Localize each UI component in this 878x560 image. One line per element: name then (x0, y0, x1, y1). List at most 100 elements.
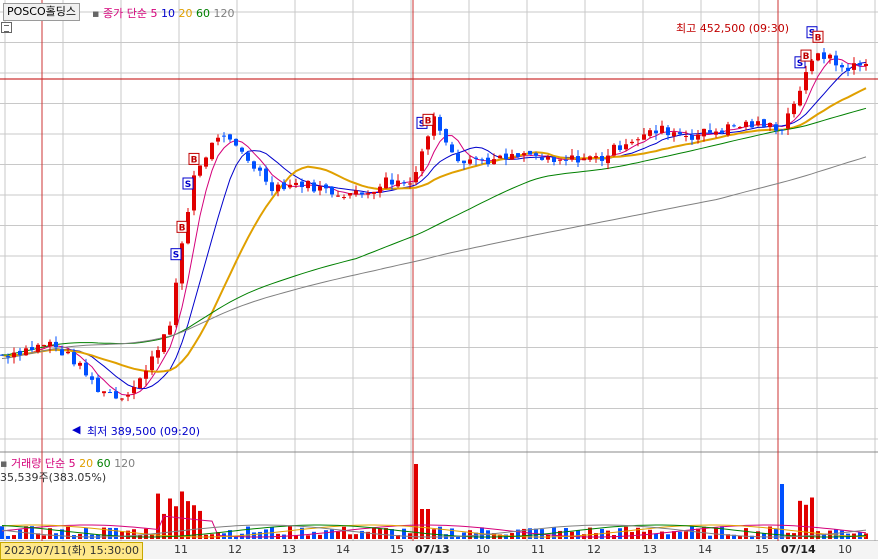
volume-bar (42, 535, 46, 539)
time-tick-label: 15 (755, 543, 769, 556)
candle (414, 172, 418, 183)
candle (36, 344, 40, 352)
candle (648, 130, 652, 136)
candle (90, 376, 94, 380)
candle (702, 128, 706, 137)
candle (846, 67, 850, 71)
volume-bar (690, 526, 694, 539)
candle (618, 145, 622, 150)
candle (714, 131, 718, 135)
time-tick-label: 12 (228, 543, 242, 556)
candle (222, 135, 226, 137)
candle (792, 103, 796, 115)
vol-ma120-label: 120 (114, 457, 136, 470)
volume-bar (120, 531, 124, 539)
time-tick-label: 11 (174, 543, 188, 556)
candle (420, 151, 424, 171)
date-tick-label: 07/13 (415, 543, 450, 556)
volume-bar (252, 532, 256, 539)
volume-bar (330, 529, 334, 539)
candle (612, 144, 616, 156)
candle (60, 349, 64, 356)
time-tick-label: 15 (390, 543, 404, 556)
candle (660, 125, 664, 133)
volume-bar (354, 534, 358, 539)
volume-bar (186, 501, 190, 539)
volume-bar (654, 533, 658, 539)
ma10-label: 10 (160, 7, 175, 20)
candle (162, 334, 166, 352)
volume-last-value: 35,539주(383.05%) (0, 471, 107, 484)
volume-bar (402, 528, 406, 539)
candle (0, 354, 4, 356)
stock-chart-window: SBSBSBSBSB POSCO홀딩스 ▪ 종가 단순 5 10 20 60 1… (0, 0, 878, 560)
candle (390, 179, 394, 185)
volume-bar (132, 529, 136, 539)
candle (114, 391, 118, 399)
candle (102, 391, 106, 394)
candle (336, 195, 340, 197)
candle (708, 130, 712, 133)
candle (330, 186, 334, 195)
candle (438, 116, 442, 131)
volume-bar (618, 528, 622, 539)
volume-bar (192, 505, 196, 539)
high-annotation: 최고 452,500 (09:30) (676, 22, 790, 35)
candle (768, 122, 772, 128)
signal-sell-label: S (173, 251, 179, 261)
candle (12, 352, 16, 358)
candle (270, 182, 274, 192)
candle (558, 159, 562, 161)
candle (624, 144, 628, 150)
volume-bar (834, 529, 838, 539)
candle (864, 63, 868, 67)
candle (534, 153, 538, 156)
candle (726, 124, 730, 136)
candle (360, 192, 364, 195)
volume-bar (18, 529, 22, 539)
volume-bar (348, 534, 352, 539)
candle (216, 137, 220, 142)
volume-bar (468, 530, 472, 539)
candle (132, 387, 136, 394)
candle (492, 159, 496, 165)
candle (636, 139, 640, 141)
candle (606, 155, 610, 164)
candle (690, 134, 694, 140)
candle (366, 193, 370, 195)
candle (582, 158, 586, 161)
candle (510, 154, 514, 160)
candle (600, 156, 604, 161)
candle (852, 63, 856, 70)
time-tick-label: 14 (336, 543, 350, 556)
candle (786, 113, 790, 129)
candle (144, 370, 148, 379)
candle (252, 161, 256, 169)
candle (444, 129, 448, 143)
candle (576, 156, 580, 163)
candle (498, 155, 502, 159)
volume-bar (696, 528, 700, 539)
time-tick-label: 14 (698, 543, 712, 556)
candle (564, 159, 568, 161)
volume-bar (420, 509, 424, 539)
candle (84, 362, 88, 376)
candle (480, 159, 484, 161)
candle (48, 341, 52, 347)
volume-bar (684, 531, 688, 539)
candle (204, 157, 208, 167)
chart-settings-icon[interactable] (1, 22, 12, 33)
candlestick-chart[interactable]: SBSBS BSBS B (0, 0, 878, 559)
candle (234, 138, 238, 146)
stock-name-label[interactable]: POSCO홀딩스 (3, 3, 80, 21)
candle (642, 134, 646, 140)
candle (450, 144, 454, 153)
signal-buy-label: B (191, 155, 198, 165)
volume-bar (342, 526, 346, 539)
volume-bar (114, 527, 118, 539)
volume-bar (678, 531, 682, 539)
candle (78, 362, 82, 366)
candle (30, 347, 34, 351)
volume-bar (570, 531, 574, 539)
candle (156, 350, 160, 358)
